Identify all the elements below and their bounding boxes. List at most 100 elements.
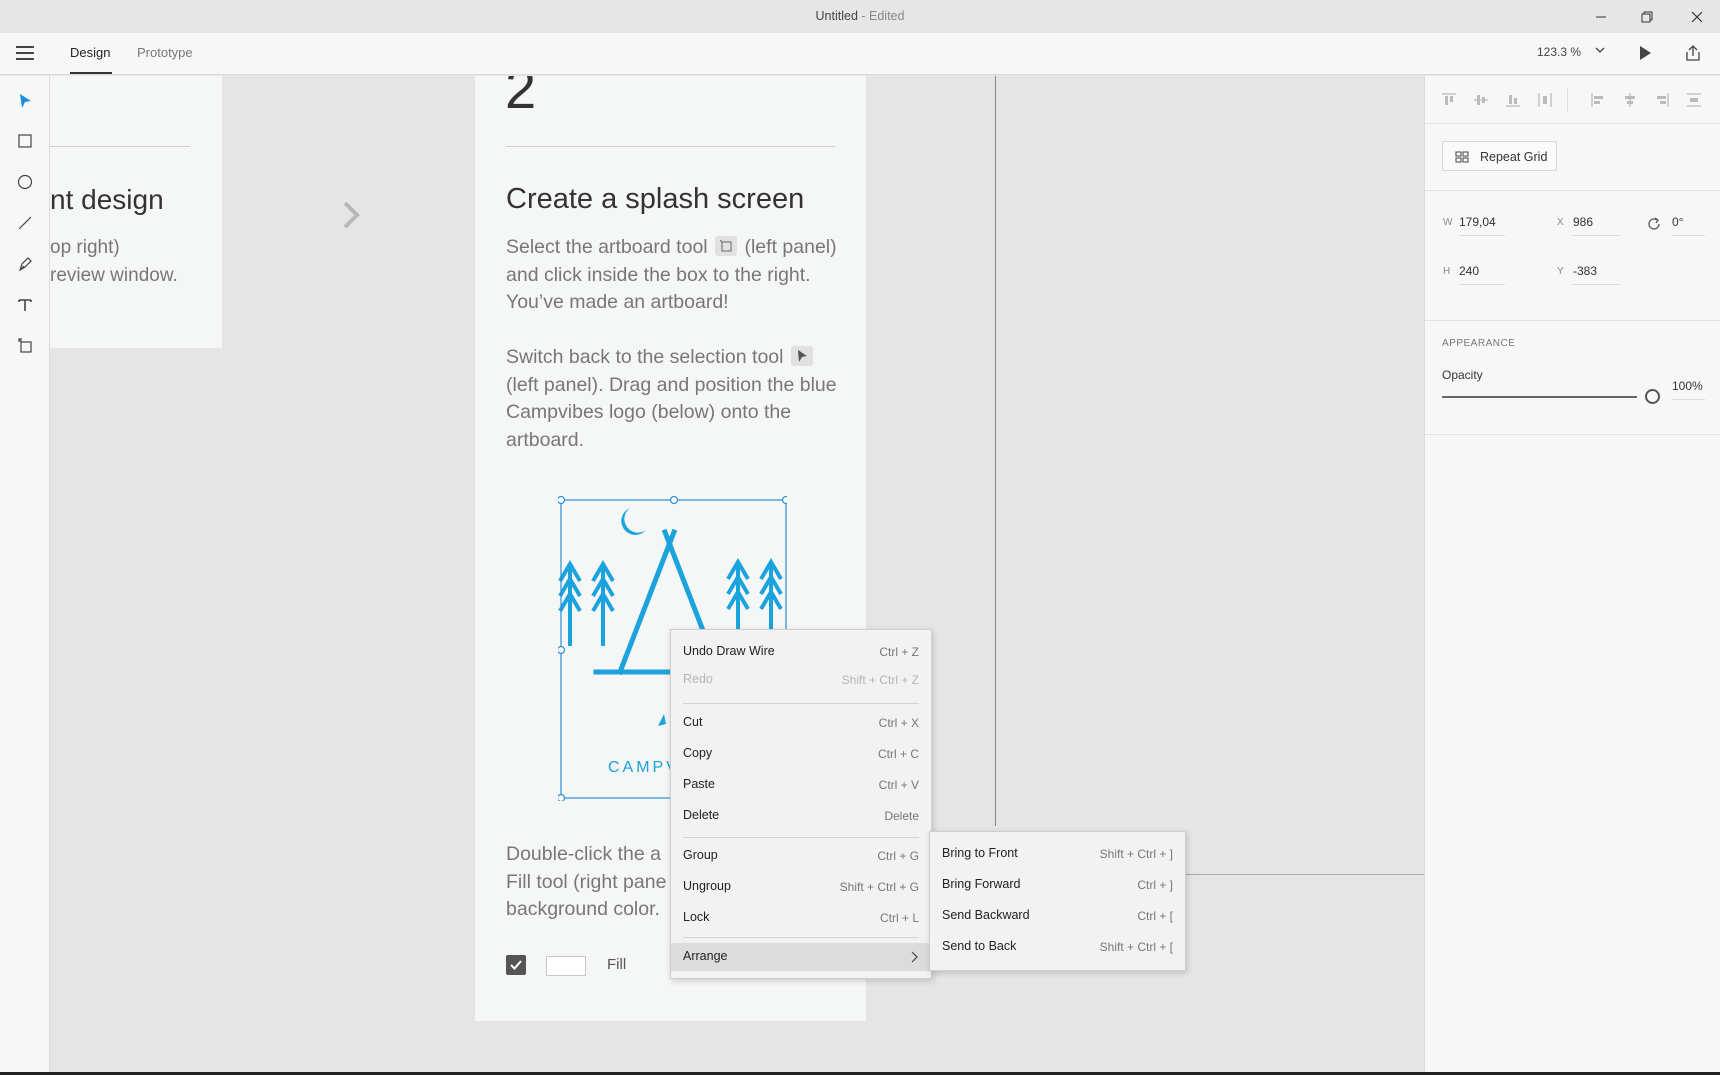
minimize-button[interactable] — [1578, 0, 1624, 33]
menu-item-bring-to-front[interactable]: Bring to Front Shift + Ctrl + ] — [930, 840, 1185, 868]
artboard-divider — [506, 146, 835, 147]
select-tool[interactable] — [14, 90, 36, 112]
rectangle-tool[interactable] — [14, 130, 36, 152]
height-field[interactable]: 240 — [1459, 264, 1505, 285]
restore-button[interactable] — [1624, 0, 1670, 33]
menu-item-label: Paste — [683, 777, 715, 791]
menu-item-redo: Redo Shift + Ctrl + Z — [671, 666, 931, 694]
menu-item-shortcut: Ctrl + Z — [879, 645, 919, 659]
align-top-icon[interactable] — [1441, 92, 1457, 108]
menu-item-label: Send Backward — [942, 908, 1030, 922]
fill-color-swatch[interactable] — [546, 956, 586, 976]
play-icon[interactable] — [1636, 44, 1654, 62]
previous-step-heading: nt design — [50, 184, 164, 215]
menu-item-lock[interactable]: Lock Ctrl + L — [671, 904, 931, 932]
align-left-icon[interactable] — [1590, 92, 1606, 108]
menu-item-shortcut: Shift + Ctrl + Z — [841, 673, 919, 687]
select-tool-icon — [790, 346, 813, 366]
fill-label: Fill — [607, 956, 627, 973]
section-divider — [1425, 434, 1720, 435]
menu-item-cut[interactable]: Cut Ctrl + X — [671, 709, 931, 737]
instruction-paragraph-2: Switch back to the selection tool (left … — [506, 344, 846, 455]
rectangle-icon — [18, 134, 32, 148]
select-arrow-icon — [20, 94, 31, 108]
grid-icon — [1455, 151, 1469, 163]
opacity-field[interactable]: 100% — [1672, 379, 1705, 400]
menu-item-shortcut: Ctrl + ] — [1137, 878, 1173, 892]
fill-checkbox[interactable] — [506, 955, 526, 975]
menu-item-group[interactable]: Group Ctrl + G — [671, 842, 931, 870]
rotation-field[interactable]: 0° — [1672, 215, 1705, 236]
artboard-edge-guide — [1180, 874, 1424, 875]
document-name: Untitled — [815, 9, 858, 23]
repeat-grid-label: Repeat Grid — [1480, 150, 1548, 164]
pen-icon — [18, 257, 32, 272]
x-field[interactable]: 986 — [1573, 215, 1619, 236]
menu-item-label: Bring to Front — [942, 846, 1018, 860]
menu-item-shortcut: Shift + Ctrl + [ — [1099, 940, 1173, 954]
width-field[interactable]: 179,04 — [1459, 215, 1505, 236]
menu-item-label: Ungroup — [683, 879, 731, 893]
restore-icon — [1641, 11, 1653, 22]
menu-item-shortcut: Shift + Ctrl + G — [839, 880, 919, 894]
align-bottom-icon[interactable] — [1505, 92, 1521, 108]
ellipse-tool[interactable] — [14, 171, 36, 193]
align-center-icon[interactable] — [1622, 92, 1638, 108]
menu-item-delete[interactable]: Delete Delete — [671, 802, 931, 830]
menu-item-shortcut: Ctrl + V — [878, 778, 919, 792]
menu-item-label: Send to Back — [942, 939, 1017, 953]
distribute-vertical-icon[interactable] — [1686, 92, 1702, 108]
y-field[interactable]: -383 — [1573, 264, 1619, 285]
instruction-text: (left panel). Drag and position the blue… — [506, 373, 837, 452]
tab-prototype[interactable]: Prototype — [137, 45, 193, 60]
window-title: Untitled - Edited — [0, 9, 1720, 23]
menu-item-send-to-back[interactable]: Send to Back Shift + Ctrl + [ — [930, 933, 1185, 961]
menu-item-shortcut: Ctrl + L — [879, 911, 919, 925]
opacity-slider-handle[interactable] — [1645, 389, 1660, 404]
alignment-toolbar — [1425, 76, 1720, 124]
artboard-tool-icon — [715, 236, 738, 256]
x-label: X — [1557, 217, 1564, 228]
arrange-submenu: Bring to Front Shift + Ctrl + ] Bring For… — [929, 831, 1186, 971]
menu-item-undo[interactable]: Undo Draw Wire Ctrl + Z — [671, 638, 931, 666]
artboard-previous-step[interactable]: nt design op right) review window. — [50, 76, 222, 348]
align-right-icon[interactable] — [1654, 92, 1670, 108]
distribute-horizontal-icon[interactable] — [1537, 92, 1553, 108]
instruction-text: Select the artboard tool — [506, 236, 708, 258]
menu-item-label: Delete — [683, 808, 720, 822]
menu-item-copy[interactable]: Copy Ctrl + C — [671, 740, 931, 768]
title-bar: Untitled - Edited — [0, 0, 1720, 33]
property-inspector: Repeat Grid W 179,04 X 986 0° H 240 Y -3… — [1424, 76, 1720, 1072]
pen-tool[interactable] — [14, 253, 36, 275]
line-tool[interactable] — [14, 212, 36, 234]
menu-item-label: Lock — [683, 910, 710, 924]
y-label: Y — [1557, 266, 1564, 277]
menu-item-paste[interactable]: Paste Ctrl + V — [671, 771, 931, 799]
chevron-down-icon[interactable] — [1594, 44, 1606, 56]
menu-item-label: Copy — [683, 746, 713, 760]
text-icon — [18, 299, 32, 311]
opacity-slider-track[interactable] — [1442, 396, 1637, 398]
trees-right — [726, 558, 783, 636]
repeat-grid-button[interactable]: Repeat Grid — [1442, 141, 1557, 171]
menu-item-arrange[interactable]: Arrange — [671, 943, 931, 971]
menu-item-shortcut: Shift + Ctrl + ] — [1099, 847, 1173, 861]
hamburger-menu-icon[interactable] — [16, 46, 34, 60]
menu-item-shortcut: Ctrl + [ — [1137, 909, 1173, 923]
zoom-level[interactable]: 123.3 % — [1537, 45, 1581, 59]
menu-item-ungroup[interactable]: Ungroup Shift + Ctrl + G — [671, 873, 931, 901]
tab-design[interactable]: Design — [70, 45, 110, 60]
menu-item-shortcut: Delete — [884, 809, 919, 823]
share-icon[interactable] — [1684, 44, 1702, 62]
close-button[interactable] — [1674, 0, 1720, 33]
menu-item-send-backward[interactable]: Send Backward Ctrl + [ — [930, 902, 1185, 930]
menu-item-bring-forward[interactable]: Bring Forward Ctrl + ] — [930, 871, 1185, 899]
menu-item-label: Redo — [683, 672, 713, 686]
align-middle-icon[interactable] — [1473, 92, 1489, 108]
context-menu: Undo Draw Wire Ctrl + Z Redo Shift + Ctrl … — [670, 629, 932, 979]
menu-separator — [683, 703, 919, 704]
menu-item-shortcut: Ctrl + G — [877, 849, 919, 863]
height-label: H — [1443, 266, 1451, 277]
text-tool[interactable] — [14, 294, 36, 316]
artboard-tool[interactable] — [14, 334, 36, 356]
